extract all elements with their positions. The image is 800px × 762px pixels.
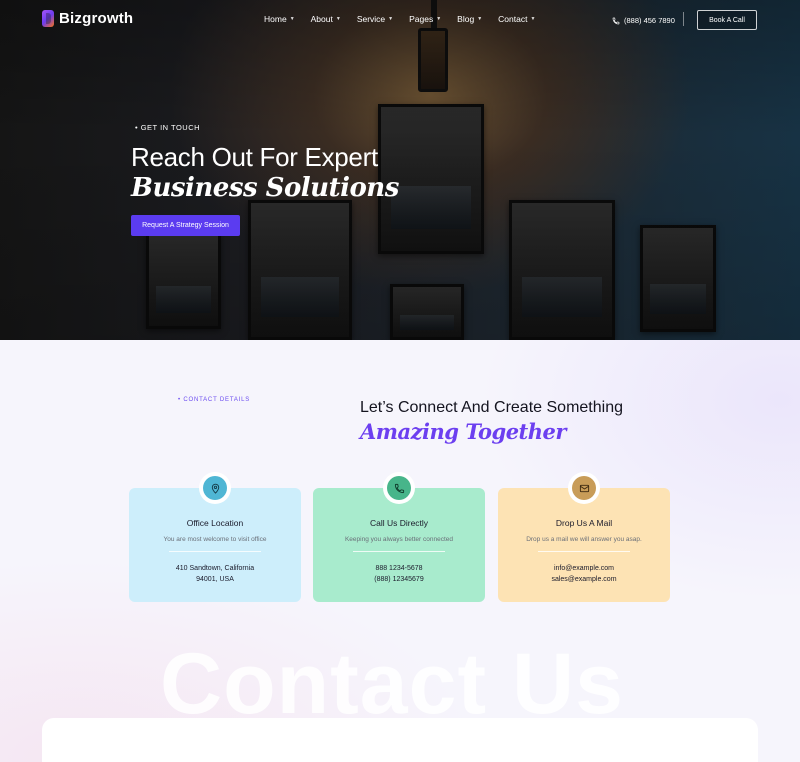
card-subtitle: You are most welcome to visit office [163,536,267,543]
chevron-down-icon: ▼ [289,16,295,22]
card-subtitle: Drop us a mail we will answer you asap. [526,536,642,543]
email-2[interactable]: sales@example.com [498,576,670,583]
chevron-down-icon: ▼ [530,16,536,22]
logo[interactable]: Bizgrowth [42,10,133,27]
hero-title-line1: Reach Out For Expert [131,142,378,172]
card-subtitle: Keeping you always better connected [344,536,454,543]
hero-section: Bizgrowth Home ▼ About ▼ Service ▼ Pages ▼ B… [0,0,800,340]
card-divider [169,551,261,552]
drop-mail-card: Drop Us A Mail Drop us a mail we will an… [498,472,670,602]
header-phone-text: (888) 456 7890 [624,16,675,25]
contact-details-section: • CONTACT DETAILS Let’s Connect And Crea… [0,340,800,762]
chevron-down-icon: ▼ [477,16,483,22]
top-navbar: Bizgrowth Home ▼ About ▼ Service ▼ Pages ▼ B… [0,0,800,40]
card-title: Call Us Directly [369,518,429,528]
section-title-line1: Let’s Connect And Create Something [360,399,623,416]
nav-item-blog[interactable]: Blog ▼ [457,14,482,24]
card-icon-ring [568,472,600,504]
strategy-session-button[interactable]: Request A Strategy Session [131,215,240,236]
nav-item-home[interactable]: Home ▼ [264,14,295,24]
phone-icon [612,17,620,24]
nav-item-service[interactable]: Service ▼ [357,14,393,24]
card-title: Drop Us A Mail [555,518,613,528]
card-icon-badge [572,476,596,500]
nav-item-pages[interactable]: Pages ▼ [409,14,441,24]
header-phone[interactable]: (888) 456 7890 [612,16,675,25]
chevron-down-icon: ▼ [335,16,341,22]
email-1[interactable]: info@example.com [498,565,670,572]
nav-item-contact[interactable]: Contact ▼ [498,14,535,24]
card-divider [538,551,630,552]
card-icon-ring [383,472,415,504]
hero-title-line2: Business Solutions [131,173,399,203]
call-us-card: Call Us Directly Keeping you always bett… [313,472,485,602]
card-title: Office Location [186,518,244,528]
main-menu: Home ▼ About ▼ Service ▼ Pages ▼ Blog ▼ Conta… [264,14,535,24]
contact-form-panel [42,718,758,762]
card-icon-ring [199,472,231,504]
logo-mark-icon [42,10,54,27]
chevron-down-icon: ▼ [436,16,442,22]
phone-number-1[interactable]: 888 1234-5678 [313,565,485,572]
phone-number-2[interactable]: (888) 12345679 [313,576,485,583]
chevron-down-icon: ▼ [388,16,394,22]
address-line2: 94001, USA [196,576,234,583]
card-divider [353,551,445,552]
section-title-line2: Amazing Together [360,419,566,444]
hero-overlay [0,0,800,340]
section-eyebrow: • CONTACT DETAILS [178,397,251,403]
logo-text: Bizgrowth [59,10,134,27]
phone-icon [394,483,404,493]
nav-item-about[interactable]: About ▼ [311,14,341,24]
map-pin-icon [211,483,219,494]
card-icon-badge [203,476,227,500]
card-icon-badge [387,476,411,500]
nav-divider [683,12,684,26]
book-call-button[interactable]: Book A Call [697,10,757,30]
address-line1: 410 Sandtown, California [175,565,255,572]
mail-icon [579,484,589,492]
office-location-card: Office Location You are most welcome to … [129,472,301,602]
hero-eyebrow: • GET IN TOUCH [135,123,201,132]
